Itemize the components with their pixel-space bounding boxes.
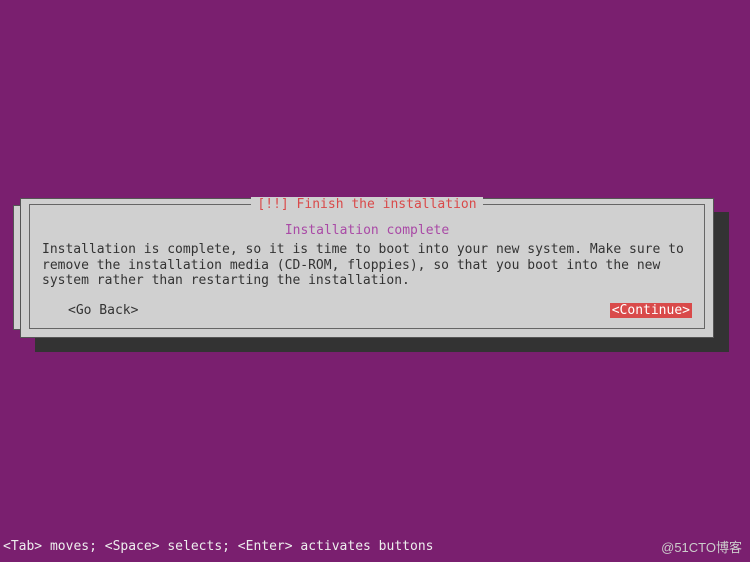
background-panel-edge bbox=[13, 205, 20, 330]
continue-button[interactable]: <Continue> bbox=[610, 303, 692, 318]
dialog-body-text: Installation is complete, so it is time … bbox=[30, 238, 704, 289]
dialog-subtitle: Installation complete bbox=[30, 223, 704, 238]
dialog-frame: [!!] Finish the installation Installatio… bbox=[29, 204, 705, 329]
watermark-text: @51CTO博客 bbox=[661, 537, 742, 556]
installer-dialog: [!!] Finish the installation Installatio… bbox=[20, 198, 714, 338]
dialog-title: [!!] Finish the installation bbox=[251, 197, 482, 212]
dialog-title-wrap: [!!] Finish the installation bbox=[30, 197, 704, 212]
footer-help-text: <Tab> moves; <Space> selects; <Enter> ac… bbox=[3, 539, 433, 554]
go-back-button[interactable]: <Go Back> bbox=[66, 303, 140, 318]
dialog-button-row: <Go Back> <Continue> bbox=[42, 303, 692, 318]
